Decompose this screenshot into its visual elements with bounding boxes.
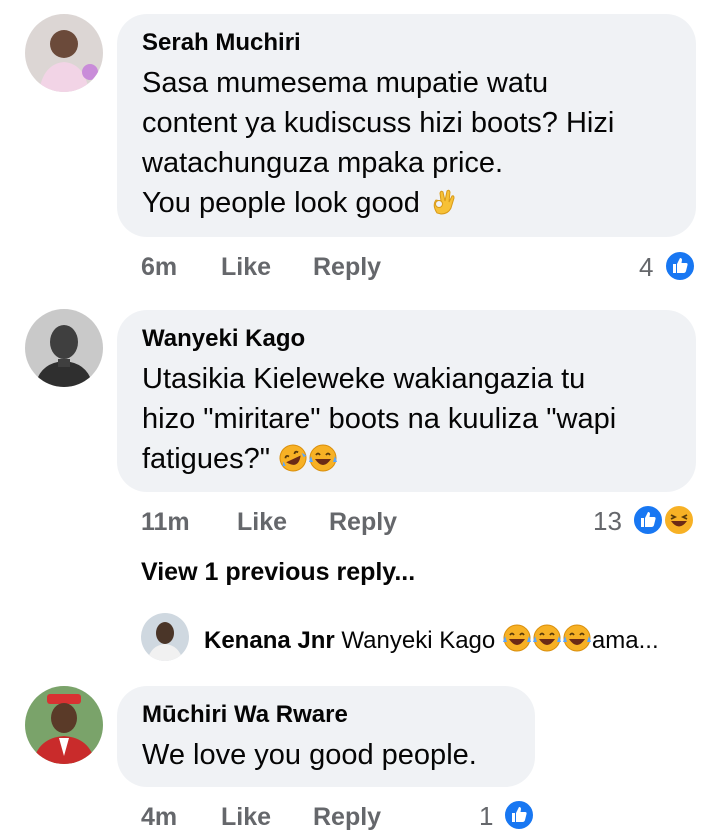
reply-author[interactable]: Kenana Jnr bbox=[204, 627, 335, 654]
comment-bubble: Mūchiri Wa Rware We love you good people… bbox=[117, 686, 535, 787]
joy-emoji-icon bbox=[532, 623, 562, 653]
reply-button[interactable]: Reply bbox=[313, 253, 381, 282]
comment-actions: 6m Like Reply bbox=[141, 253, 441, 285]
reaction-count[interactable]: 4 bbox=[639, 252, 653, 283]
avatar-kenana-jnr[interactable] bbox=[141, 613, 189, 661]
avatar-muchiri-wa-rware[interactable] bbox=[25, 686, 103, 764]
comment-bubble: Serah Muchiri Sasa mumesema mupatie watu… bbox=[117, 14, 696, 237]
joy-emoji-icon bbox=[502, 623, 532, 653]
comment-author[interactable]: Wanyeki Kago bbox=[142, 324, 670, 354]
avatar-serah-muchiri[interactable] bbox=[25, 14, 103, 92]
comment-actions: 11m Like Reply bbox=[141, 508, 441, 540]
comment-text: Utasikia Kieleweke wakiangazia tu hizo "… bbox=[142, 363, 617, 475]
rofl-emoji-icon bbox=[278, 443, 308, 473]
comment-timestamp[interactable]: 11m bbox=[141, 508, 190, 537]
comment-text: Sasa mumesema mupatie watu content ya ku… bbox=[142, 67, 615, 219]
comment-bubble: Wanyeki Kago Utasikia Kieleweke wakianga… bbox=[117, 310, 696, 492]
comment-author[interactable]: Serah Muchiri bbox=[142, 28, 670, 58]
haha-reaction-icon[interactable] bbox=[663, 504, 695, 536]
view-previous-replies-link[interactable]: View 1 previous reply... bbox=[141, 558, 415, 587]
like-button[interactable]: Like bbox=[221, 253, 271, 282]
joy-emoji-icon bbox=[308, 443, 338, 473]
comment-timestamp[interactable]: 4m bbox=[141, 803, 177, 832]
ok-hand-emoji-icon bbox=[428, 187, 458, 217]
comment-actions: 4m Like Reply bbox=[141, 803, 441, 835]
reply-text: Wanyeki Kago ama... bbox=[341, 624, 659, 654]
like-reaction-icon[interactable] bbox=[664, 250, 696, 282]
avatar-wanyeki-kago[interactable] bbox=[25, 309, 103, 387]
reaction-count[interactable]: 1 bbox=[479, 801, 493, 832]
reply-button[interactable]: Reply bbox=[313, 803, 381, 832]
reply-button[interactable]: Reply bbox=[329, 508, 397, 537]
reply-preview[interactable]: Kenana Jnr Wanyeki Kago ama... bbox=[204, 623, 659, 655]
joy-emoji-icon bbox=[562, 623, 592, 653]
like-button[interactable]: Like bbox=[221, 803, 271, 832]
comment-timestamp[interactable]: 6m bbox=[141, 253, 177, 282]
comment-text: We love you good people. bbox=[142, 739, 477, 771]
like-reaction-icon[interactable] bbox=[503, 799, 535, 831]
like-reaction-icon[interactable] bbox=[632, 504, 664, 536]
comment-author[interactable]: Mūchiri Wa Rware bbox=[142, 700, 509, 730]
reaction-count[interactable]: 13 bbox=[593, 506, 622, 537]
like-button[interactable]: Like bbox=[237, 508, 287, 537]
